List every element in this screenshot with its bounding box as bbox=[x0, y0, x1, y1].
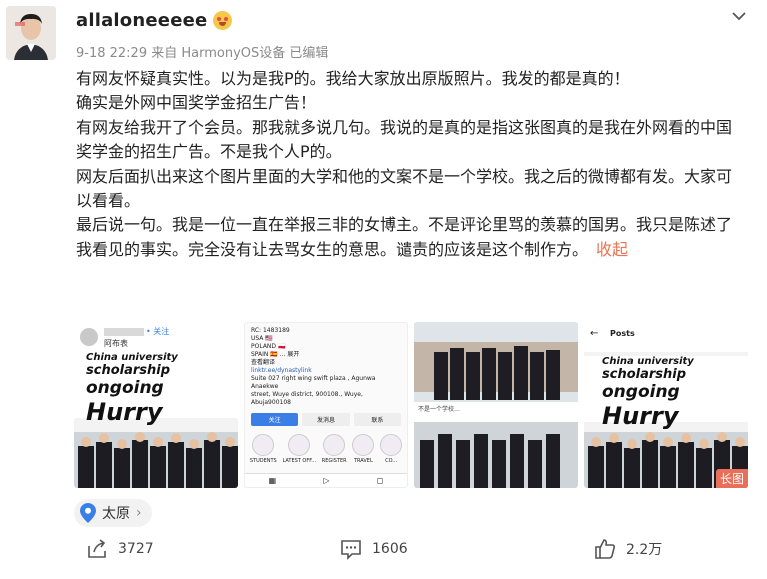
location-tag[interactable]: 太原 › bbox=[74, 499, 152, 527]
paragraph: 确实是外网中国奖学金招生广告！ bbox=[76, 93, 317, 113]
highlight-item: TRAVEL bbox=[352, 434, 375, 464]
image-gallery: • 关注 阿布表 China university scholarship on… bbox=[74, 322, 748, 488]
like-count: 2.2万 bbox=[626, 542, 663, 558]
highlight-item: STUDENTS bbox=[250, 434, 277, 464]
chevron-right-icon: › bbox=[136, 505, 142, 521]
follow-label: • 关注 bbox=[146, 327, 170, 336]
highlight-item: CO... bbox=[380, 434, 403, 464]
image-thumbnail-1[interactable]: • 关注 阿布表 China university scholarship on… bbox=[74, 322, 238, 488]
ad-line: Hurry bbox=[602, 402, 679, 430]
back-arrow-icon: ← bbox=[590, 328, 599, 339]
graduates-photo bbox=[74, 432, 238, 488]
profile-pic-icon bbox=[80, 328, 98, 346]
ad-header: ← Posts bbox=[584, 322, 748, 352]
share-count: 3727 bbox=[118, 541, 154, 557]
video-icon: ▷ bbox=[323, 476, 330, 485]
ad-line: scholarship bbox=[86, 363, 171, 378]
location-pin-icon bbox=[80, 503, 96, 523]
profile-tabbar: ▦ ▷ ◻ bbox=[245, 473, 407, 487]
comment-icon bbox=[341, 540, 361, 560]
ad-line: China university bbox=[602, 356, 694, 367]
image-thumbnail-2[interactable]: RC: 1483189 USA 🇺🇸 POLAND 🇵🇱 SPAIN 🇪🇸 ..… bbox=[244, 322, 408, 488]
message-button: 发消息 bbox=[302, 413, 350, 426]
tag-icon: ◻ bbox=[376, 476, 384, 485]
posts-label: Posts bbox=[610, 329, 635, 338]
avatar[interactable] bbox=[6, 6, 56, 60]
detail-line: USA 🇺🇸 bbox=[251, 335, 273, 342]
like-button[interactable]: 2.2万 bbox=[594, 538, 662, 560]
ad-text: China university scholarship ongoing Hur… bbox=[584, 356, 748, 430]
ad-line: China university bbox=[86, 352, 178, 363]
long-image-badge: 长图 bbox=[715, 469, 748, 488]
ad-line: Hurry bbox=[86, 398, 163, 426]
paragraph-text: 最后说一句。我是一位一直在举报三非的女博主。不是评论里骂的羡慕的国男。我只是陈述… bbox=[76, 215, 733, 259]
username[interactable]: allaloneeeee bbox=[76, 10, 233, 31]
highlights-row: STUDENTS LATEST OFF... REGISTER TRAVEL C… bbox=[245, 428, 407, 464]
image-thumbnail-3[interactable]: 不是一个学校… bbox=[414, 322, 578, 488]
comment-button[interactable]: 1606 bbox=[340, 538, 408, 560]
chevron-down-icon[interactable] bbox=[729, 6, 749, 26]
collapse-link[interactable]: 收起 bbox=[596, 240, 628, 259]
contact-button: 联系 bbox=[353, 413, 401, 426]
post-meta: 9-18 22:29 来自 HarmonyOS设备 已编辑 bbox=[76, 46, 329, 61]
detail-link: linktr.ee/dynastylink bbox=[251, 367, 312, 374]
blurred-name bbox=[104, 328, 144, 336]
comment-count: 1606 bbox=[372, 541, 408, 557]
ad-text: China university scholarship ongoing Hur… bbox=[74, 352, 238, 426]
location-label: 太原 bbox=[102, 506, 130, 522]
ad-line: scholarship bbox=[602, 367, 687, 382]
caption-text: 不是一个学校… bbox=[418, 406, 461, 413]
image-thumbnail-4[interactable]: ← Posts China university scholarship ong… bbox=[584, 322, 748, 488]
profile-buttons: 关注 发消息 联系 bbox=[245, 411, 407, 428]
ad-line: ongoing bbox=[86, 378, 164, 398]
share-icon bbox=[88, 539, 106, 558]
detail-line: SPAIN 🇪🇸 ... 展开 bbox=[251, 351, 300, 358]
thumbs-up-icon bbox=[595, 539, 616, 559]
paragraph: 网友后面扒出来这个图片里面的大学和他的文案不是一个学校。我之后的微博都有发。大家… bbox=[76, 166, 733, 211]
detail-line: POLAND 🇵🇱 bbox=[251, 343, 286, 350]
share-button[interactable]: 3727 bbox=[86, 538, 154, 560]
detail-line: street, Wuye district, 900108., Wuye, Ab… bbox=[251, 391, 363, 406]
ad-profile-name: 阿布表 bbox=[104, 339, 128, 348]
profile-details: RC: 1483189 USA 🇺🇸 POLAND 🇵🇱 SPAIN 🇪🇸 ..… bbox=[245, 323, 407, 411]
emoji-icon bbox=[213, 11, 233, 30]
grid-icon: ▦ bbox=[268, 476, 277, 485]
detail-line: RC: 1483189 bbox=[251, 327, 290, 334]
detail-line: 查看翻译 bbox=[251, 359, 276, 366]
highlight-item: LATEST OFF... bbox=[282, 434, 316, 464]
username-text[interactable]: allaloneeeee bbox=[76, 10, 207, 31]
action-bar: 3727 1606 2.2万 bbox=[0, 538, 767, 574]
paragraph: 最后说一句。我是一位一直在举报三非的女博主。不是评论里骂的羡慕的国男。我只是陈述… bbox=[76, 213, 744, 262]
ad-line: ongoing bbox=[602, 382, 680, 402]
post-body: 有网友怀疑真实性。以为是我P的。我给大家放出原版照片。我发的都是真的！ 确实是外… bbox=[76, 67, 744, 262]
follow-button: 关注 bbox=[251, 413, 299, 426]
detail-line: Suite 027 right wing swift plaza , Agunw… bbox=[251, 375, 376, 390]
paragraph: 有网友怀疑真实性。以为是我P的。我给大家放出原版照片。我发的都是真的！ bbox=[76, 69, 630, 88]
highlight-item: REGISTER bbox=[322, 434, 347, 464]
paragraph: 有网友给我开了个会员。那我就多说几句。我说的是真的是指这张图真的是我在外网看的中… bbox=[76, 117, 733, 162]
